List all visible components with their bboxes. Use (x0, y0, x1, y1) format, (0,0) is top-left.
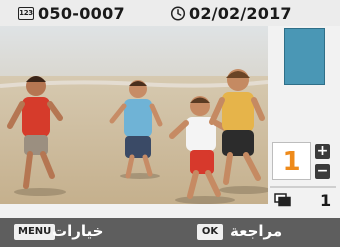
ok-key[interactable]: OK (197, 224, 223, 240)
minus-icon[interactable]: − (315, 164, 330, 179)
photo-preview[interactable] (0, 26, 268, 204)
button-guide-bar: MENU خيارات OK مراجعة (0, 218, 340, 247)
status-bar: 123 050-0007 02/02/2017 (0, 0, 340, 26)
beach-photo (0, 26, 268, 204)
print-layout-thumbnail (284, 28, 325, 85)
options-label: خيارات (52, 222, 104, 240)
paper-sheets-icon (274, 193, 291, 207)
shooting-date: 02/02/2017 (170, 3, 292, 23)
image-number-text: 050-0007 (38, 3, 125, 23)
plus-icon[interactable]: + (315, 144, 330, 159)
menu-key[interactable]: MENU (14, 224, 56, 240)
copies-count[interactable]: 1 (272, 142, 311, 180)
review-label: مراجعة (230, 222, 283, 240)
image-number: 123 050-0007 (18, 3, 125, 23)
image-number-icon: 123 (18, 6, 34, 20)
clock-icon (170, 6, 186, 21)
date-text: 02/02/2017 (189, 3, 292, 23)
divider (270, 186, 336, 188)
total-sheets-count: 1 (320, 191, 332, 210)
